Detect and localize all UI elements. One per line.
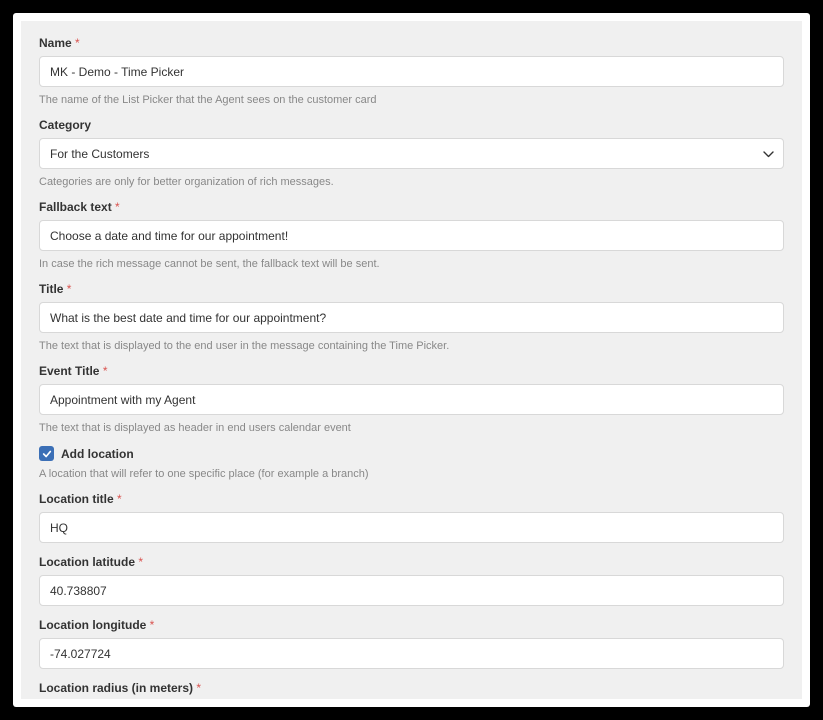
title-hint: The text that is displayed to the end us… bbox=[39, 340, 784, 352]
location-title-input[interactable] bbox=[39, 512, 784, 543]
location-longitude-label-text: Location longitude bbox=[39, 618, 146, 632]
name-label-text: Name bbox=[39, 36, 72, 50]
field-group-fallback: Fallback text * bbox=[39, 200, 784, 251]
fallback-text-hint: In case the rich message cannot be sent,… bbox=[39, 258, 784, 270]
category-select-wrapper: For the Customers bbox=[39, 138, 784, 169]
fallback-text-input[interactable] bbox=[39, 220, 784, 251]
location-title-label-text: Location title bbox=[39, 492, 114, 506]
title-label: Title * bbox=[39, 282, 784, 296]
form-container: Name * The name of the List Picker that … bbox=[21, 21, 802, 699]
title-label-text: Title bbox=[39, 282, 63, 296]
required-indicator: * bbox=[196, 681, 201, 695]
title-input[interactable] bbox=[39, 302, 784, 333]
category-hint: Categories are only for better organizat… bbox=[39, 176, 784, 188]
event-title-label: Event Title * bbox=[39, 364, 784, 378]
required-indicator: * bbox=[75, 36, 80, 50]
fallback-text-label: Fallback text * bbox=[39, 200, 784, 214]
required-indicator: * bbox=[115, 200, 120, 214]
name-hint: The name of the List Picker that the Age… bbox=[39, 94, 784, 106]
name-input[interactable] bbox=[39, 56, 784, 87]
fallback-text-label-text: Fallback text bbox=[39, 200, 112, 214]
field-group-event-title: Event Title * bbox=[39, 364, 784, 415]
required-indicator: * bbox=[67, 282, 72, 296]
field-group-category: Category For the Customers bbox=[39, 118, 784, 169]
field-group-location-radius: Location radius (in meters) * bbox=[39, 681, 784, 699]
location-longitude-label: Location longitude * bbox=[39, 618, 784, 632]
field-group-location-title: Location title * bbox=[39, 492, 784, 543]
field-group-title: Title * bbox=[39, 282, 784, 333]
event-title-hint: The text that is displayed as header in … bbox=[39, 422, 784, 434]
location-longitude-input[interactable] bbox=[39, 638, 784, 669]
required-indicator: * bbox=[103, 364, 108, 378]
category-label: Category bbox=[39, 118, 784, 132]
required-indicator: * bbox=[117, 492, 122, 506]
checkmark-icon bbox=[42, 449, 52, 459]
form-outer-frame: Name * The name of the List Picker that … bbox=[13, 13, 810, 707]
add-location-hint: A location that will refer to one specif… bbox=[39, 468, 784, 480]
field-group-location-latitude: Location latitude * bbox=[39, 555, 784, 606]
category-select[interactable]: For the Customers bbox=[39, 138, 784, 169]
required-indicator: * bbox=[138, 555, 143, 569]
field-group-name: Name * bbox=[39, 36, 784, 87]
name-label: Name * bbox=[39, 36, 784, 50]
field-group-location-longitude: Location longitude * bbox=[39, 618, 784, 669]
category-label-text: Category bbox=[39, 118, 91, 132]
add-location-row: Add location bbox=[39, 446, 784, 461]
add-location-checkbox[interactable] bbox=[39, 446, 54, 461]
event-title-label-text: Event Title bbox=[39, 364, 99, 378]
required-indicator: * bbox=[150, 618, 155, 632]
location-radius-label-text: Location radius (in meters) bbox=[39, 681, 193, 695]
location-radius-label: Location radius (in meters) * bbox=[39, 681, 784, 695]
location-latitude-label-text: Location latitude bbox=[39, 555, 135, 569]
location-latitude-label: Location latitude * bbox=[39, 555, 784, 569]
event-title-input[interactable] bbox=[39, 384, 784, 415]
location-latitude-input[interactable] bbox=[39, 575, 784, 606]
location-title-label: Location title * bbox=[39, 492, 784, 506]
add-location-label: Add location bbox=[61, 447, 134, 461]
